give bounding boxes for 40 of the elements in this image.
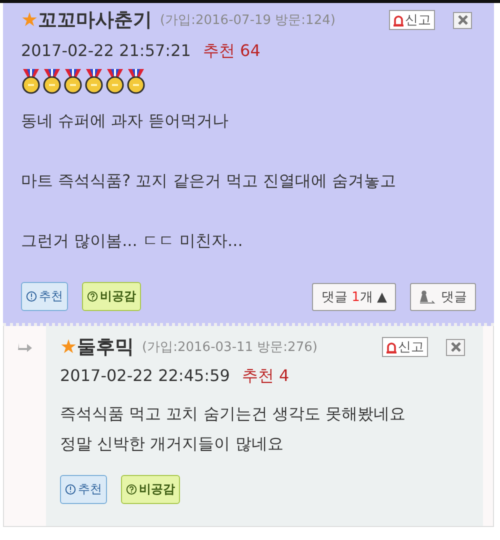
recommend-count: 추천 4 xyxy=(242,366,290,387)
reply-count-button[interactable]: 댓글 1개 ▲ xyxy=(312,282,396,310)
reply-arrow-icon xyxy=(18,342,32,354)
user-info: (가입:2016-07-19 방문:124) xyxy=(160,12,336,29)
post-date: 2017-02-22 21:57:21 xyxy=(21,41,191,62)
alert-icon xyxy=(26,291,37,302)
alert-icon xyxy=(65,484,76,495)
recommend-count: 추천 64 xyxy=(202,41,260,62)
comment-text: 동네 슈퍼에 과자 뜯어먹거나 xyxy=(21,110,230,132)
report-button[interactable]: 신고 xyxy=(389,10,435,30)
person-icon xyxy=(419,290,437,304)
user-name: 꼬꼬마사춘기 xyxy=(38,8,152,33)
report-button[interactable]: 신고 xyxy=(382,337,428,357)
medal-icon xyxy=(84,68,104,94)
dislike-button[interactable]: 비공감 xyxy=(82,282,141,311)
close-button[interactable] xyxy=(453,12,472,28)
star-icon: ★ xyxy=(60,336,78,358)
medal-icon xyxy=(42,68,62,94)
medal-icon xyxy=(63,68,83,94)
post-date: 2017-02-22 22:45:59 xyxy=(60,366,230,387)
medal-icon xyxy=(105,68,125,94)
star-icon: ★ xyxy=(21,9,38,31)
comment-text: 즉석식품 먹고 꼬치 숨기는건 생각도 못해봤네요 정말 신박한 개거지들이 많네요 xyxy=(60,403,406,455)
question-icon xyxy=(87,291,98,302)
close-icon xyxy=(450,341,462,353)
reply-button[interactable]: 댓글 xyxy=(410,282,476,310)
siren-icon xyxy=(386,340,397,354)
close-icon xyxy=(456,14,468,26)
comment-text: 마트 즉석식품? 꼬지 같은거 먹고 진열대에 숨겨놓고 xyxy=(21,170,398,192)
medal-icon xyxy=(21,68,41,94)
question-icon xyxy=(126,484,137,495)
close-button[interactable] xyxy=(446,338,465,356)
recommend-button[interactable]: 추천 xyxy=(60,475,107,504)
user-info: (가입:2016-03-11 방문:276) xyxy=(142,339,318,356)
recommend-button[interactable]: 추천 xyxy=(21,282,68,311)
siren-icon xyxy=(393,14,404,26)
comment-text: 그런거 많이봄... ㄷㄷ 미친자... xyxy=(21,230,244,252)
user-name: 둘후믹 xyxy=(77,335,134,360)
medal-icon xyxy=(126,68,146,94)
dislike-button[interactable]: 비공감 xyxy=(121,475,180,504)
